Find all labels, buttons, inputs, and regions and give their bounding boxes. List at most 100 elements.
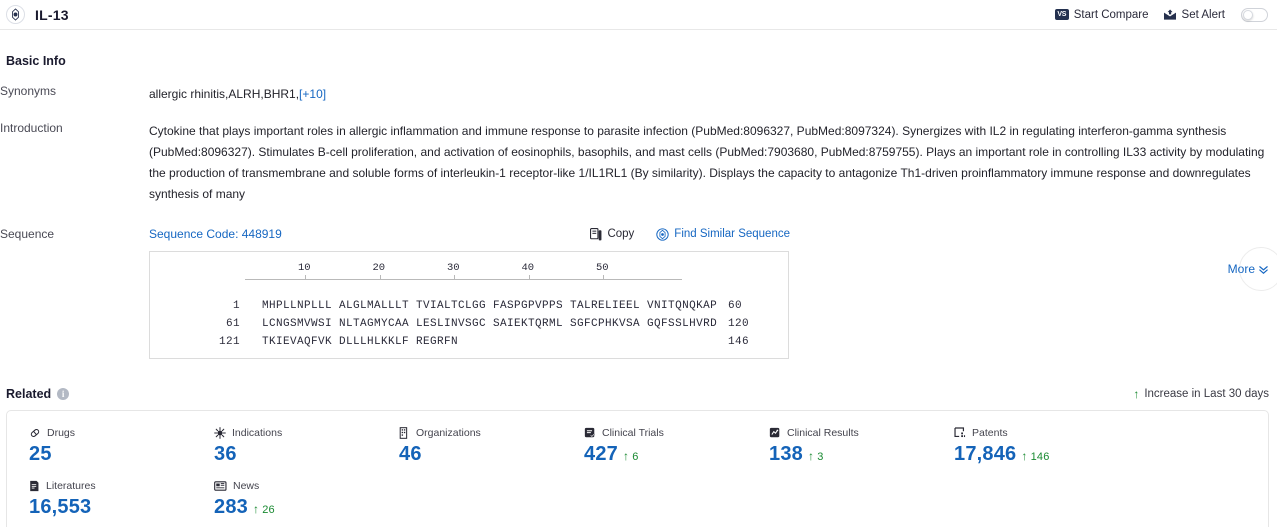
page-title: IL-13 xyxy=(35,6,69,23)
synonyms-value: allergic rhinitis,ALRH,BHR1,[+10] xyxy=(149,84,1277,105)
start-compare-button[interactable]: VS Start Compare xyxy=(1054,9,1149,21)
pubmed-link[interactable]: 8097324 xyxy=(845,124,892,138)
sequence-start-index: 61 xyxy=(225,318,240,330)
stat-value: 138 xyxy=(769,443,803,465)
introduction-label: Introduction xyxy=(0,121,63,135)
stat-label: Organizations xyxy=(416,427,481,439)
stat-value: 36 xyxy=(214,443,237,465)
arrow-up-icon: ↑ xyxy=(622,449,630,463)
pubmed-link[interactable]: 8096327 xyxy=(201,145,248,159)
main-content: Basic Info Synonyms allergic rhinitis,AL… xyxy=(0,31,1277,527)
synonyms-more-link[interactable]: [+10] xyxy=(299,87,326,101)
sequence-box: 10 20 30 40 50 1 MHPLLNPLLL ALGLMALLLT TVIALT… xyxy=(149,251,789,359)
clinical-result-icon xyxy=(769,427,781,439)
chevron-double-down-icon xyxy=(1258,264,1269,275)
introduction-fragment: , PubMed: xyxy=(814,145,869,159)
ruler-tick-label: 40 xyxy=(521,262,535,274)
stat-label: Clinical Results xyxy=(787,427,859,439)
related-stat-clinical-trials[interactable]: Clinical Trials 427 ↑ 6 xyxy=(562,427,747,466)
stat-label: Clinical Trials xyxy=(602,427,664,439)
sequence-start-index: 121 xyxy=(218,336,240,348)
stat-delta: ↑ 3 xyxy=(808,449,824,463)
pubmed-link[interactable]: 8759755 xyxy=(869,145,916,159)
alert-toggle[interactable] xyxy=(1241,7,1268,22)
stat-header: Indications xyxy=(214,427,377,439)
target-circle-icon xyxy=(6,5,25,24)
stat-header: Literatures xyxy=(29,480,192,492)
mail-alert-icon xyxy=(1163,9,1177,21)
ruler-tick-mark xyxy=(603,275,604,280)
stat-value-row: 283 ↑ 26 xyxy=(214,496,377,519)
stat-value-row: 16,553 xyxy=(29,496,192,519)
news-icon xyxy=(214,480,227,492)
related-stat-literatures[interactable]: Literatures 16,553 xyxy=(7,480,192,519)
stat-header: News xyxy=(214,480,377,492)
stat-value-row: 25 xyxy=(29,443,192,466)
find-similar-sequence-button[interactable]: Find Similar Sequence xyxy=(656,227,790,241)
top-bar-actions: VS Start Compare Set Alert xyxy=(1054,7,1268,22)
related-stat-indications[interactable]: Indications 36 xyxy=(192,427,377,466)
stat-delta: ↑ 26 xyxy=(253,502,275,516)
increase-legend-label: Increase in Last 30 days xyxy=(1144,388,1269,400)
copy-label: Copy xyxy=(607,228,635,240)
related-stat-patents[interactable]: Patents 17,846 ↑ 146 xyxy=(932,427,1117,466)
stat-delta: ↑ 6 xyxy=(623,449,639,463)
ruler-tick-label: 20 xyxy=(372,262,386,274)
sequence-tools: Copy Find Similar Sequence xyxy=(590,227,790,241)
set-alert-label: Set Alert xyxy=(1181,8,1225,21)
introduction-fragment: , PubMed: xyxy=(790,124,845,138)
introduction-more-button[interactable]: More xyxy=(1228,262,1269,276)
top-bar: IL-13 VS Start Compare Set Alert xyxy=(0,0,1277,30)
ruler-tick-mark xyxy=(454,275,455,280)
stat-value: 25 xyxy=(29,443,52,465)
increase-legend: ↑ Increase in Last 30 days xyxy=(1133,388,1269,400)
related-title: Related xyxy=(6,387,52,401)
alert-toggle-knob xyxy=(1243,9,1253,20)
literature-icon xyxy=(29,480,40,492)
related-stat-drugs[interactable]: Drugs 25 xyxy=(7,427,192,466)
sequence-residues: LCNGSMVWSI NLTAGMYCAA LESLINVSGC SAIEKTQ… xyxy=(262,318,718,330)
arrow-up-icon: ↑ xyxy=(1021,449,1028,463)
target-circle-icon xyxy=(656,227,669,241)
ruler-tick-label: 10 xyxy=(298,262,311,274)
ruler-line xyxy=(245,279,682,280)
find-similar-label: Find Similar Sequence xyxy=(674,228,790,240)
stat-delta-value: 3 xyxy=(817,451,824,463)
synonyms-label: Synonyms xyxy=(0,84,57,98)
ruler-tick-mark xyxy=(528,275,530,280)
sequence-row: Sequence Sequence Code: 448919 Copy Find… xyxy=(0,227,1277,359)
app-page: IL-13 VS Start Compare Set Alert Basic I… xyxy=(0,0,1277,527)
related-stats-grid: Drugs 25 Indications 36 Organizations 46 Clini… xyxy=(7,427,1268,527)
pubmed-link[interactable]: 8096327 xyxy=(743,124,790,138)
info-icon[interactable]: i xyxy=(57,388,70,400)
pubmed-link[interactable]: 7903680 xyxy=(767,145,814,159)
ruler-tick-mark xyxy=(379,275,381,280)
stat-value: 46 xyxy=(399,443,422,465)
stat-delta: ↑ 146 xyxy=(1021,449,1049,463)
pill-icon xyxy=(29,427,41,439)
ruler-tick-label: 30 xyxy=(447,262,460,274)
more-label: More xyxy=(1227,262,1255,276)
sequence-header: Sequence Code: 448919 Copy Find Similar … xyxy=(149,227,1277,241)
sequence-end-index: 120 xyxy=(728,318,750,330)
stat-label: Indications xyxy=(232,427,283,439)
related-header: Related i ↑ Increase in Last 30 days xyxy=(0,387,1277,401)
introduction-fragment: Cytokine that plays important roles in a… xyxy=(149,124,744,138)
related-stat-clinical-results[interactable]: Clinical Results 138 ↑ 3 xyxy=(747,427,932,466)
stat-header: Organizations xyxy=(399,427,562,439)
arrow-up-icon: ↑ xyxy=(807,449,815,463)
related-stat-news[interactable]: News 283 ↑ 26 xyxy=(192,480,377,519)
building-icon xyxy=(399,427,410,439)
copy-icon xyxy=(590,227,602,241)
stat-value-row: 36 xyxy=(214,443,377,466)
stat-header: Drugs xyxy=(29,427,192,439)
sequence-code-link[interactable]: Sequence Code: 448919 xyxy=(149,227,282,241)
ruler-tick-mark xyxy=(305,275,306,280)
stat-header: Clinical Trials xyxy=(584,427,747,439)
related-stat-organizations[interactable]: Organizations 46 xyxy=(377,427,562,466)
copy-button[interactable]: Copy xyxy=(590,227,635,241)
clinical-trial-icon xyxy=(584,427,596,439)
related-stats-card: Drugs 25 Indications 36 Organizations 46 Clini… xyxy=(6,410,1269,527)
synonyms-text: allergic rhinitis,ALRH,BHR1, xyxy=(149,87,300,101)
set-alert-button[interactable]: Set Alert xyxy=(1163,9,1225,21)
